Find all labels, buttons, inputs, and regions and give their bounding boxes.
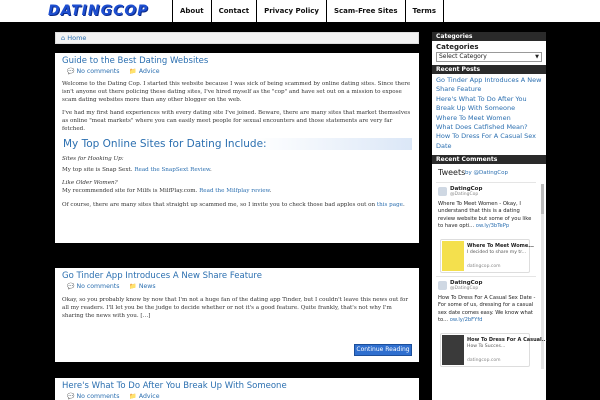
comments-link[interactable]: No comments [76,393,119,400]
category-link[interactable]: Advice [139,68,160,75]
post-title[interactable]: Here's What To Do After You Break Up Wit… [62,378,412,392]
recent-post-link[interactable]: Where To Meet Women [436,114,542,123]
nav-about[interactable]: About [172,0,211,22]
folder-icon: 📁 [129,68,137,75]
nav-privacy-policy[interactable]: Privacy Policy [256,0,326,22]
category-select[interactable]: Select Category ▼ [436,52,542,62]
post-article: Go Tinder App Introduces A New Share Fea… [55,268,419,362]
comment-icon: 💬 [67,283,75,290]
comment-icon: 💬 [67,68,75,75]
milfplay-review-link[interactable]: Read the Milfplay review [199,188,270,194]
comments-link[interactable]: No comments [76,68,119,75]
continue-reading-button[interactable]: Continue Reading [354,344,412,356]
section-label: Like Older Women? [62,180,118,187]
post-meta: 💬 No comments 📁 Advice [62,392,412,400]
widget-heading: Recent Posts [432,65,546,74]
post-paragraph: Welcome to the Dating Cop. I started thi… [62,81,411,103]
post-paragraph: My top site is Snap Sext. Read the SnapS… [62,166,212,173]
older-text: My recommended site for Milfs is MilfPla… [62,188,198,195]
card-description: I decided to share my tr... [467,250,527,256]
site-logo[interactable]: DATINGCOP [48,3,168,19]
post-meta: 💬 No comments 📁 News [62,282,412,291]
hookup-text: My top site is Snap Sext. [62,166,133,173]
breadcrumb-home-link[interactable]: Home [67,34,86,42]
tweet[interactable]: DatingCop @DatingCop Where To Meet Women… [436,182,536,274]
tweet-link[interactable]: ow.ly/3bTePp [476,223,509,229]
recent-post-link[interactable]: What Does Catfished Mean? [436,123,542,132]
card-description: How To Succes... [467,344,506,350]
chevron-down-icon: ▼ [535,54,539,60]
nav-scam-free-sites[interactable]: Scam-Free Sites [325,0,405,22]
closing-text: Of course, there are many sites that str… [62,201,376,208]
card-image [442,335,464,366]
twitter-timeline: Tweets by @DatingCop DatingCop @DatingCo… [432,164,547,370]
post-subheading: My Top Online Sites for Dating Include: [62,137,412,150]
tweets-by-link[interactable]: by @DatingCop [465,170,508,176]
recent-post-link[interactable]: How To Dress For A Casual Sex Date [436,132,542,151]
comment-icon: 💬 [67,393,75,400]
recent-posts-widget: Go Tinder App Introduces A New Share Fea… [432,74,546,153]
avatar [438,281,447,291]
post-title[interactable]: Guide to the Best Dating Websites [62,53,412,67]
tweet-handle: @DatingCop [450,286,479,292]
section-label: Sites for Hooking Up: [62,155,124,162]
tweet-card[interactable]: How To Dress For A Casual... How To Succ… [440,333,547,368]
post-title[interactable]: Go Tinder App Introduces A New Share Fea… [62,268,412,282]
tweet[interactable]: DatingCop @DatingCop How To Dress For A … [436,276,547,368]
card-image [442,241,464,272]
post-paragraph: I've had my first hand experiences with … [62,110,411,132]
widget-heading: Recent Comments [432,155,546,165]
category-link[interactable]: Advice [139,393,160,400]
nav-contact[interactable]: Contact [210,0,257,22]
main-nav: About Contact Privacy Policy Scam-Free S… [172,0,445,22]
folder-icon: 📁 [129,393,137,400]
categories-widget: Categories Select Category ▼ [432,41,546,64]
tweet-handle: @DatingCop [450,192,479,198]
categories-label: Categories [436,43,479,51]
sidebar: Categories Categories Select Category ▼ … [432,32,547,400]
card-domain: datingcop.com [467,358,501,364]
post-paragraph: My recommended site for Milfs is MilfPla… [62,188,272,195]
recent-post-link[interactable]: Here's What To Do After You Break Up Wit… [436,95,542,114]
home-icon: ⌂ [61,34,66,42]
folder-icon: 📁 [129,283,137,290]
tweet-text: How To Dress For A Casual Sex Date - For… [438,295,536,323]
snapsext-review-link[interactable]: Read the SnapSext Review [134,167,210,173]
nav-terms[interactable]: Terms [404,0,445,22]
site-header: DATINGCOP About Contact Privacy Policy S… [0,0,600,22]
post-excerpt: Okay, so you probably know by now that I… [62,297,409,319]
post-article: Here's What To Do After You Break Up Wit… [55,378,419,400]
recent-post-link[interactable]: Go Tinder App Introduces A New Share Fea… [436,76,542,95]
breadcrumb: ⌂ Home [55,32,419,44]
card-title: How To Dress For A Casual... [467,337,548,344]
category-select-value: Select Category [439,53,487,60]
card-title: Where To Meet Wome... [467,243,534,250]
widget-heading: Categories [432,32,546,41]
card-domain: datingcop.com [467,264,501,270]
post-paragraph: Of course, there are many sites that str… [62,201,405,208]
avatar [438,187,447,197]
tweet-text: Where To Meet Women - Okay, I understand… [438,201,532,229]
post-meta: 💬 No comments 📁 Advice [62,67,412,76]
tweet-link[interactable]: ow.ly/2bFYfd [450,317,483,323]
post-article: Guide to the Best Dating Websites 💬 No c… [55,53,419,243]
comments-link[interactable]: No comments [76,283,119,290]
category-link[interactable]: News [139,283,156,290]
tweets-title: Tweets [438,168,466,178]
tweet-card[interactable]: Where To Meet Wome... I decided to share… [440,239,534,274]
scam-page-link[interactable]: this page [377,202,403,208]
